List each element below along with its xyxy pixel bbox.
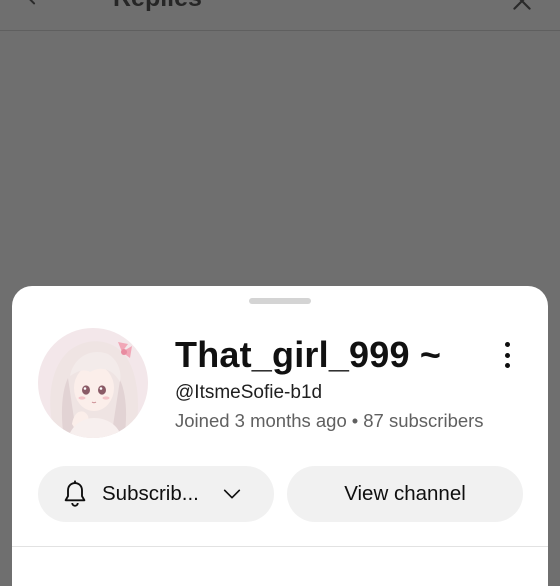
channel-avatar[interactable] — [38, 328, 148, 438]
meta-separator: • — [351, 410, 359, 431]
more-dot — [504, 352, 510, 358]
drag-handle[interactable] — [249, 298, 311, 304]
avatar-illustration — [38, 328, 148, 438]
channel-name: That_girl_999 ~ — [175, 334, 442, 375]
subscribe-button[interactable]: Subscrib... — [38, 466, 274, 522]
close-icon[interactable] — [509, 0, 535, 14]
chevron-down-icon — [223, 489, 241, 499]
more-dot — [504, 342, 510, 347]
more-vertical-icon[interactable] — [492, 338, 522, 372]
view-channel-button[interactable]: View channel — [287, 466, 523, 522]
top-app-bar: Replies — [0, 0, 560, 31]
subscriber-count: 87 subscribers — [363, 410, 484, 431]
channel-meta: Joined 3 months ago • 87 subscribers — [175, 410, 484, 432]
arrow-left-icon[interactable] — [24, 0, 46, 8]
divider — [12, 546, 548, 547]
joined-date: Joined 3 months ago — [175, 410, 347, 431]
more-dot — [504, 363, 510, 368]
channel-bottom-sheet: That_girl_999 ~ @ItsmeSofie-b1d Joined 3… — [12, 286, 548, 586]
bell-icon — [64, 480, 86, 507]
page-title: Replies — [113, 0, 202, 13]
channel-handle: @ItsmeSofie-b1d — [175, 382, 323, 403]
subscribe-label: Subscrib... — [102, 482, 199, 505]
